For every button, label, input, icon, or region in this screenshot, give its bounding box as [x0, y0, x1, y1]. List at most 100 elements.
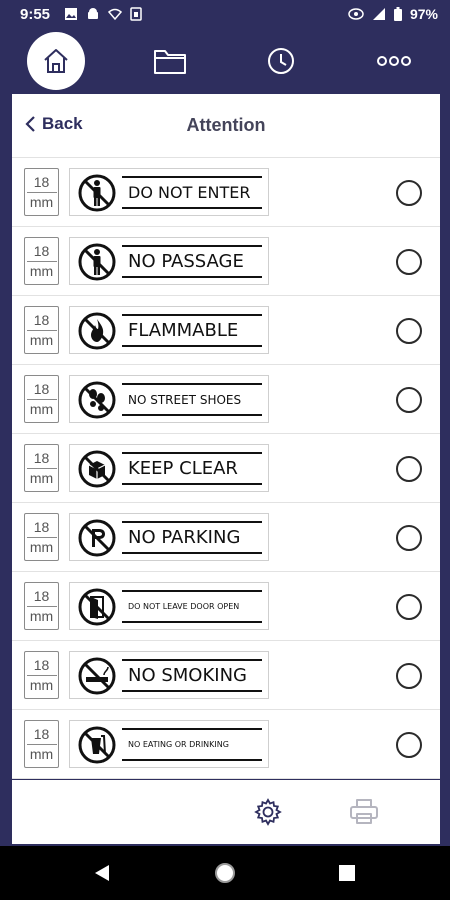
label-text: FLAMMABLE [122, 314, 262, 347]
clock-icon [268, 48, 294, 74]
folder-icon [154, 50, 186, 74]
no-smoking-icon [78, 657, 116, 695]
triangle-back-icon [95, 865, 109, 881]
no-parking-icon [78, 519, 116, 557]
size-unit: mm [29, 538, 54, 555]
system-recents-button[interactable] [332, 858, 362, 888]
label-row[interactable]: 18 mm DO NOT LEAVE DOOR OPEN [12, 572, 440, 641]
printer-icon [350, 799, 378, 824]
gear-icon [254, 798, 282, 826]
select-radio[interactable] [396, 387, 422, 413]
sim-icon [130, 7, 142, 21]
label-text: NO SMOKING [122, 659, 262, 692]
size-value: 18 [33, 173, 50, 190]
print-button[interactable] [346, 794, 382, 830]
label-row[interactable]: 18 mm NO STREET SHOES [12, 365, 440, 434]
size-unit: mm [29, 193, 54, 210]
wifi-icon [108, 8, 122, 21]
label-preview: NO EATING OR DRINKING [69, 720, 269, 768]
label-preview: DO NOT ENTER [69, 168, 269, 216]
size-badge: 18 mm [24, 375, 59, 423]
size-badge: 18 mm [24, 444, 59, 492]
more-button[interactable] [365, 32, 423, 90]
signal-icon [372, 8, 385, 20]
home-button[interactable] [27, 32, 85, 90]
label-row[interactable]: 18 mm FLAMMABLE [12, 296, 440, 365]
select-radio[interactable] [396, 732, 422, 758]
size-badge: 18 mm [24, 651, 59, 699]
label-text: DO NOT ENTER [122, 176, 262, 209]
status-right: 97% [348, 6, 438, 22]
circle-home-icon [215, 863, 235, 883]
size-badge: 18 mm [24, 513, 59, 561]
history-button[interactable] [252, 32, 310, 90]
page-header: Back Attention [12, 94, 440, 158]
size-unit: mm [29, 262, 54, 279]
label-preview: NO PARKING [69, 513, 269, 561]
label-row[interactable]: 18 mm KEEP CLEAR [12, 434, 440, 503]
no-entry-person-icon [78, 174, 116, 212]
label-row[interactable]: 18 mm NO SMOKING [12, 641, 440, 710]
label-preview: FLAMMABLE [69, 306, 269, 354]
size-badge: 18 mm [24, 582, 59, 630]
battery-percent: 97% [409, 6, 438, 22]
notification-icons [64, 7, 142, 21]
label-preview: KEEP CLEAR [69, 444, 269, 492]
size-value: 18 [33, 311, 50, 328]
no-passage-person-icon [78, 243, 116, 281]
size-value: 18 [33, 242, 50, 259]
more-dots-icon [377, 56, 411, 66]
size-badge: 18 mm [24, 306, 59, 354]
size-unit: mm [29, 469, 54, 486]
select-radio[interactable] [396, 663, 422, 689]
label-row[interactable]: 18 mm DO NOT ENTER [12, 158, 440, 227]
select-radio[interactable] [396, 318, 422, 344]
no-eating-drinking-icon [78, 726, 116, 764]
label-row[interactable]: 18 mm NO PARKING [12, 503, 440, 572]
bottom-toolbar [12, 780, 440, 844]
size-value: 18 [33, 449, 50, 466]
battery-icon [393, 7, 402, 21]
settings-button[interactable] [250, 794, 286, 830]
size-value: 18 [33, 656, 50, 673]
size-value: 18 [33, 518, 50, 535]
android-icon [88, 8, 98, 19]
size-unit: mm [29, 331, 54, 348]
size-badge: 18 mm [24, 720, 59, 768]
system-home-button[interactable] [210, 858, 240, 888]
select-radio[interactable] [396, 180, 422, 206]
label-preview: DO NOT LEAVE DOOR OPEN [69, 582, 269, 630]
label-text: NO EATING OR DRINKING [122, 728, 262, 761]
page-title: Attention [186, 115, 266, 135]
select-radio[interactable] [396, 249, 422, 275]
folder-button[interactable] [141, 32, 199, 90]
label-text: NO PASSAGE [122, 245, 262, 278]
status-time: 9:55 [20, 6, 51, 23]
main-panel: Back Attention 18 mm DO NOT ENTER 18 mm NO… [12, 94, 440, 779]
label-text: DO NOT LEAVE DOOR OPEN [122, 590, 262, 623]
select-radio[interactable] [396, 525, 422, 551]
label-preview: NO STREET SHOES [69, 375, 269, 423]
label-row[interactable]: 18 mm NO EATING OR DRINKING [12, 710, 440, 779]
label-preview: NO PASSAGE [69, 237, 269, 285]
system-back-button[interactable] [87, 858, 117, 888]
no-shoes-icon [78, 381, 116, 419]
no-fire-icon [78, 312, 116, 350]
size-unit: mm [29, 607, 54, 624]
square-recents-icon [339, 865, 355, 881]
system-nav-bar [0, 846, 450, 900]
size-badge: 18 mm [24, 237, 59, 285]
image-icon [65, 8, 77, 20]
top-nav [0, 30, 450, 92]
size-badge: 18 mm [24, 168, 59, 216]
label-text: NO PARKING [122, 521, 262, 554]
label-preview: NO SMOKING [69, 651, 269, 699]
status-bar: 9:55 97% [0, 0, 450, 30]
label-row[interactable]: 18 mm NO PASSAGE [12, 227, 440, 296]
door-open-icon [78, 588, 116, 626]
size-value: 18 [33, 380, 50, 397]
select-radio[interactable] [396, 594, 422, 620]
label-text: NO STREET SHOES [122, 383, 262, 416]
size-unit: mm [29, 400, 54, 417]
select-radio[interactable] [396, 456, 422, 482]
